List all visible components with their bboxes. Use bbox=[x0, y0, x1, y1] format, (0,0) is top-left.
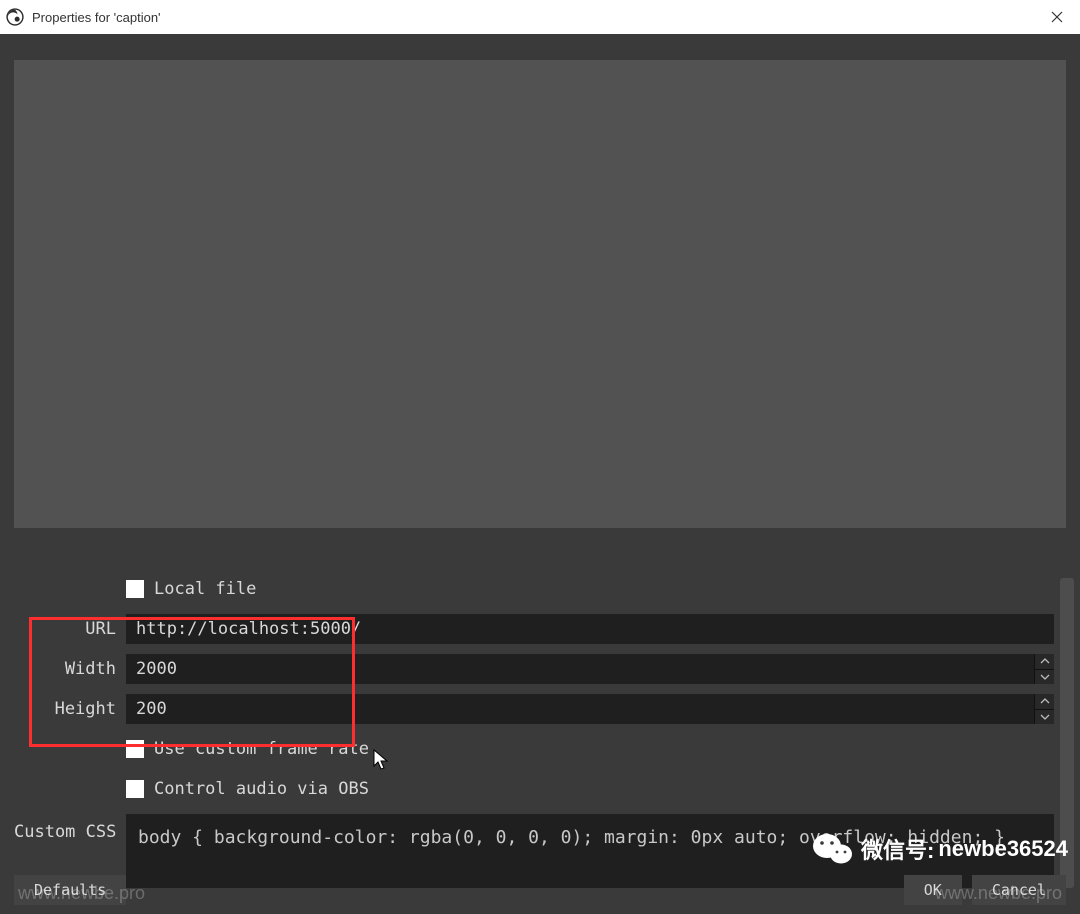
ok-button[interactable]: OK bbox=[904, 875, 962, 905]
close-icon bbox=[1051, 11, 1063, 23]
control-audio-label: Control audio via OBS bbox=[154, 779, 369, 799]
height-step-down[interactable] bbox=[1034, 709, 1054, 725]
titlebar: Properties for 'caption' bbox=[0, 0, 1080, 34]
local-file-label: Local file bbox=[154, 579, 256, 599]
width-step-down[interactable] bbox=[1034, 669, 1054, 685]
defaults-button[interactable]: Defaults bbox=[14, 875, 126, 905]
height-step-up[interactable] bbox=[1034, 694, 1054, 709]
custom-fps-checkbox[interactable] bbox=[126, 740, 144, 758]
source-preview-area bbox=[14, 60, 1066, 528]
chevron-up-icon bbox=[1040, 698, 1050, 704]
url-input[interactable] bbox=[126, 614, 1054, 644]
chevron-down-icon bbox=[1040, 714, 1050, 720]
window-close-button[interactable] bbox=[1034, 0, 1080, 34]
height-input[interactable] bbox=[126, 694, 1034, 724]
height-label: Height bbox=[14, 699, 126, 719]
custom-css-label: Custom CSS bbox=[14, 814, 126, 842]
cancel-button[interactable]: Cancel bbox=[972, 875, 1066, 905]
width-step-up[interactable] bbox=[1034, 654, 1054, 669]
chevron-down-icon bbox=[1040, 674, 1050, 680]
dialog-footer: Defaults OK Cancel bbox=[0, 866, 1080, 914]
obs-app-icon bbox=[6, 8, 24, 26]
window-title: Properties for 'caption' bbox=[32, 10, 161, 25]
form-scrollbar[interactable] bbox=[1060, 578, 1074, 888]
width-input[interactable] bbox=[126, 654, 1034, 684]
chevron-up-icon bbox=[1040, 658, 1050, 664]
properties-form: Local file URL Width Height bbox=[14, 574, 1054, 898]
local-file-checkbox[interactable] bbox=[126, 580, 144, 598]
url-label: URL bbox=[14, 619, 126, 639]
control-audio-checkbox[interactable] bbox=[126, 780, 144, 798]
custom-fps-label: Use custom frame rate bbox=[154, 739, 369, 759]
width-label: Width bbox=[14, 659, 126, 679]
dialog-body: www.newbe.pro Local file URL Width bbox=[0, 34, 1080, 914]
